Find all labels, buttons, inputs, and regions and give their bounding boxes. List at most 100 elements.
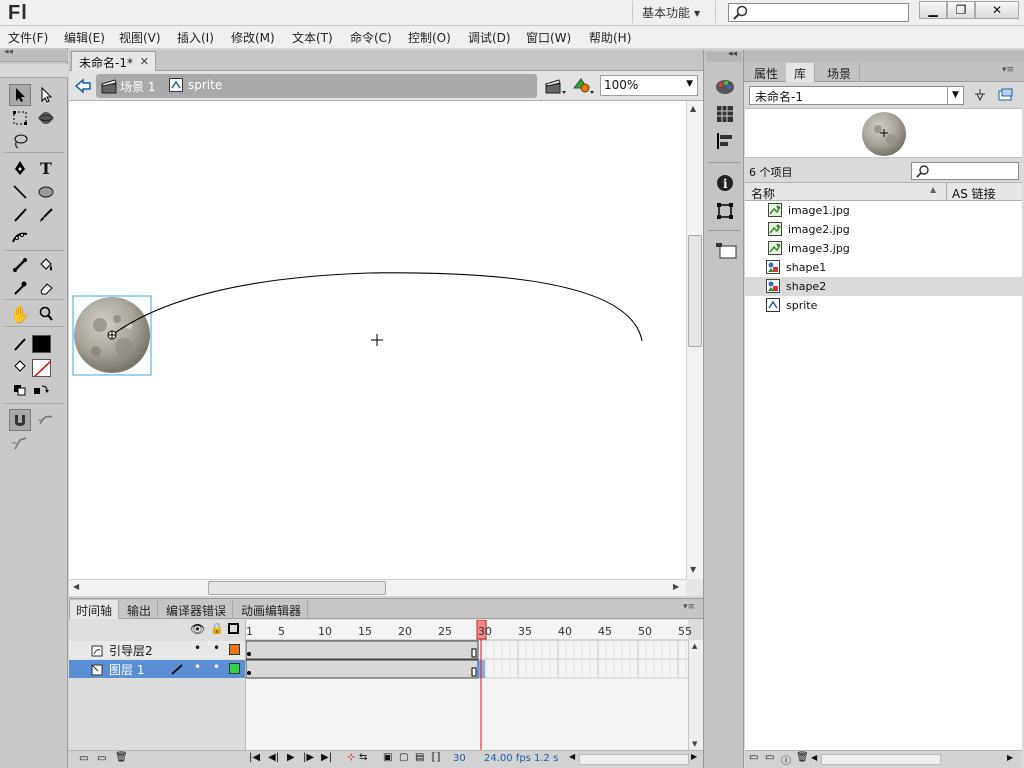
- menu-modify[interactable]: 修改(M): [231, 29, 275, 46]
- first-frame-icon[interactable]: |◀: [249, 752, 260, 763]
- scroll-left-icon[interactable]: ◀: [569, 752, 575, 761]
- tab-output[interactable]: 输出: [121, 600, 159, 620]
- minimize-button[interactable]: ▁: [919, 1, 947, 19]
- info-panel-button[interactable]: i: [714, 172, 736, 194]
- play-icon[interactable]: ▶: [287, 752, 295, 763]
- layer-row-selected[interactable]: 图层 1 • •: [69, 660, 245, 678]
- modify-markers-icon[interactable]: ⟦⟧: [431, 752, 441, 763]
- stage-horizontal-scrollbar[interactable]: ◀ ▶: [69, 579, 686, 596]
- library-item[interactable]: sprite: [745, 296, 1022, 315]
- lock-icon[interactable]: 🔒: [210, 622, 224, 635]
- library-hscroll[interactable]: [821, 754, 941, 765]
- menu-control[interactable]: 控制(O): [408, 29, 451, 46]
- center-frame-icon[interactable]: ⊹: [347, 752, 355, 763]
- library-document-select[interactable]: 未命名-1 ▼: [749, 86, 964, 105]
- column-name[interactable]: 名称: [751, 185, 775, 202]
- library-item[interactable]: image3.jpg: [745, 239, 1022, 258]
- layer-name[interactable]: 引导层2: [109, 642, 153, 659]
- tab-compiler-errors[interactable]: 编译器错误: [160, 600, 234, 620]
- eye-icon[interactable]: 👁: [190, 622, 205, 636]
- menu-file[interactable]: 文件(F): [8, 29, 48, 46]
- free-transform-tool[interactable]: [9, 107, 31, 129]
- eraser-tool[interactable]: [35, 277, 57, 299]
- eyedropper-tool[interactable]: [9, 277, 31, 299]
- straighten-button[interactable]: [9, 432, 31, 454]
- panel-menu-icon[interactable]: ▾≡: [683, 602, 695, 612]
- tab-timeline[interactable]: 时间轴: [69, 600, 120, 620]
- new-library-panel-button[interactable]: [996, 86, 1016, 105]
- back-button[interactable]: [74, 77, 92, 95]
- stage-vertical-scrollbar[interactable]: ▲ ▼: [686, 101, 703, 579]
- smooth-button[interactable]: [35, 409, 57, 431]
- subselection-tool[interactable]: [35, 84, 57, 106]
- timeline-vertical-scrollbar[interactable]: ▲ ▼: [688, 640, 703, 752]
- line-tool[interactable]: [9, 181, 31, 203]
- step-forward-icon[interactable]: |▶: [303, 752, 314, 763]
- layer-color-swatch[interactable]: [229, 644, 240, 655]
- zoom-select[interactable]: 100% ▼: [600, 75, 698, 96]
- lasso-tool[interactable]: [9, 130, 31, 152]
- properties-icon[interactable]: ⓘ: [781, 752, 791, 767]
- edit-multiple-frames-icon[interactable]: ▤: [415, 752, 424, 763]
- text-tool[interactable]: T: [35, 157, 57, 179]
- library-item[interactable]: image1.jpg: [745, 201, 1022, 220]
- menu-commands[interactable]: 命令(C): [350, 29, 392, 46]
- menu-insert[interactable]: 插入(I): [177, 29, 214, 46]
- menu-text[interactable]: 文本(T): [292, 29, 333, 46]
- pen-tool[interactable]: [9, 157, 31, 179]
- transform-panel-button[interactable]: [714, 200, 736, 222]
- toolbox-header[interactable]: ◂◂: [0, 47, 68, 62]
- delete-layer-icon[interactable]: 🗑: [115, 752, 128, 763]
- fill-color-swatch[interactable]: [32, 359, 51, 377]
- document-tab[interactable]: 未命名-1* ✕: [71, 51, 156, 71]
- loop-icon[interactable]: ⇆: [359, 752, 367, 763]
- scroll-right-icon[interactable]: ▶: [691, 752, 697, 761]
- step-back-icon[interactable]: ◀|: [268, 752, 279, 763]
- library-panel-header[interactable]: [744, 50, 1024, 62]
- frame-rate[interactable]: 24.00 fps: [484, 753, 531, 764]
- menu-edit[interactable]: 编辑(E): [64, 29, 105, 46]
- swatches-panel-button[interactable]: [714, 103, 736, 125]
- layer-color-swatch[interactable]: [229, 663, 240, 674]
- visibility-dot[interactable]: •: [194, 660, 201, 674]
- scroll-left-icon[interactable]: ◀: [811, 753, 817, 762]
- stage-canvas[interactable]: [69, 101, 686, 579]
- scroll-left-icon[interactable]: ◀: [73, 582, 79, 591]
- library-item[interactable]: shape1: [745, 258, 1022, 277]
- column-as-linkage[interactable]: AS 链接: [952, 185, 996, 202]
- help-search-input[interactable]: [728, 3, 909, 22]
- edit-scene-button[interactable]: [545, 77, 567, 96]
- tab-properties[interactable]: 属性: [746, 63, 788, 82]
- scroll-up-icon[interactable]: ▲: [690, 104, 696, 113]
- zoom-tool[interactable]: [35, 303, 57, 325]
- tab-motion-editor[interactable]: 动画编辑器: [235, 600, 309, 620]
- tab-library[interactable]: 库: [786, 63, 816, 82]
- sort-ascending-icon[interactable]: ▲: [930, 185, 936, 194]
- scroll-down-icon[interactable]: ▼: [690, 565, 696, 574]
- pin-library-button[interactable]: [971, 86, 991, 105]
- layer-row[interactable]: 引导层2 • •: [69, 641, 245, 659]
- visibility-dot[interactable]: •: [194, 641, 201, 655]
- hand-tool[interactable]: ✋: [9, 303, 31, 325]
- restore-button[interactable]: ❐: [947, 1, 975, 19]
- paint-bucket-tool[interactable]: [35, 254, 57, 276]
- scroll-right-icon[interactable]: ▶: [673, 582, 679, 591]
- library-item[interactable]: image2.jpg: [745, 220, 1022, 239]
- timeline-hscroll[interactable]: [579, 754, 689, 765]
- menu-window[interactable]: 窗口(W): [526, 29, 571, 46]
- new-symbol-icon[interactable]: ▭: [749, 752, 758, 763]
- delete-icon[interactable]: 🗑: [796, 752, 809, 763]
- scroll-thumb[interactable]: [208, 581, 386, 595]
- color-panel-button[interactable]: [714, 76, 736, 98]
- scroll-down-icon[interactable]: ▼: [692, 740, 697, 748]
- selection-tool[interactable]: [9, 84, 31, 106]
- current-frame[interactable]: 30: [453, 753, 466, 764]
- library-item-selected[interactable]: shape2: [745, 277, 1022, 296]
- oval-tool[interactable]: [35, 181, 57, 203]
- deco-tool[interactable]: [9, 227, 31, 249]
- library-search-input[interactable]: [911, 162, 1019, 180]
- close-tab-icon[interactable]: ✕: [140, 55, 149, 68]
- lock-dot[interactable]: •: [213, 660, 220, 674]
- new-folder-icon[interactable]: ▭: [765, 752, 774, 763]
- swap-colors-button[interactable]: [31, 381, 51, 399]
